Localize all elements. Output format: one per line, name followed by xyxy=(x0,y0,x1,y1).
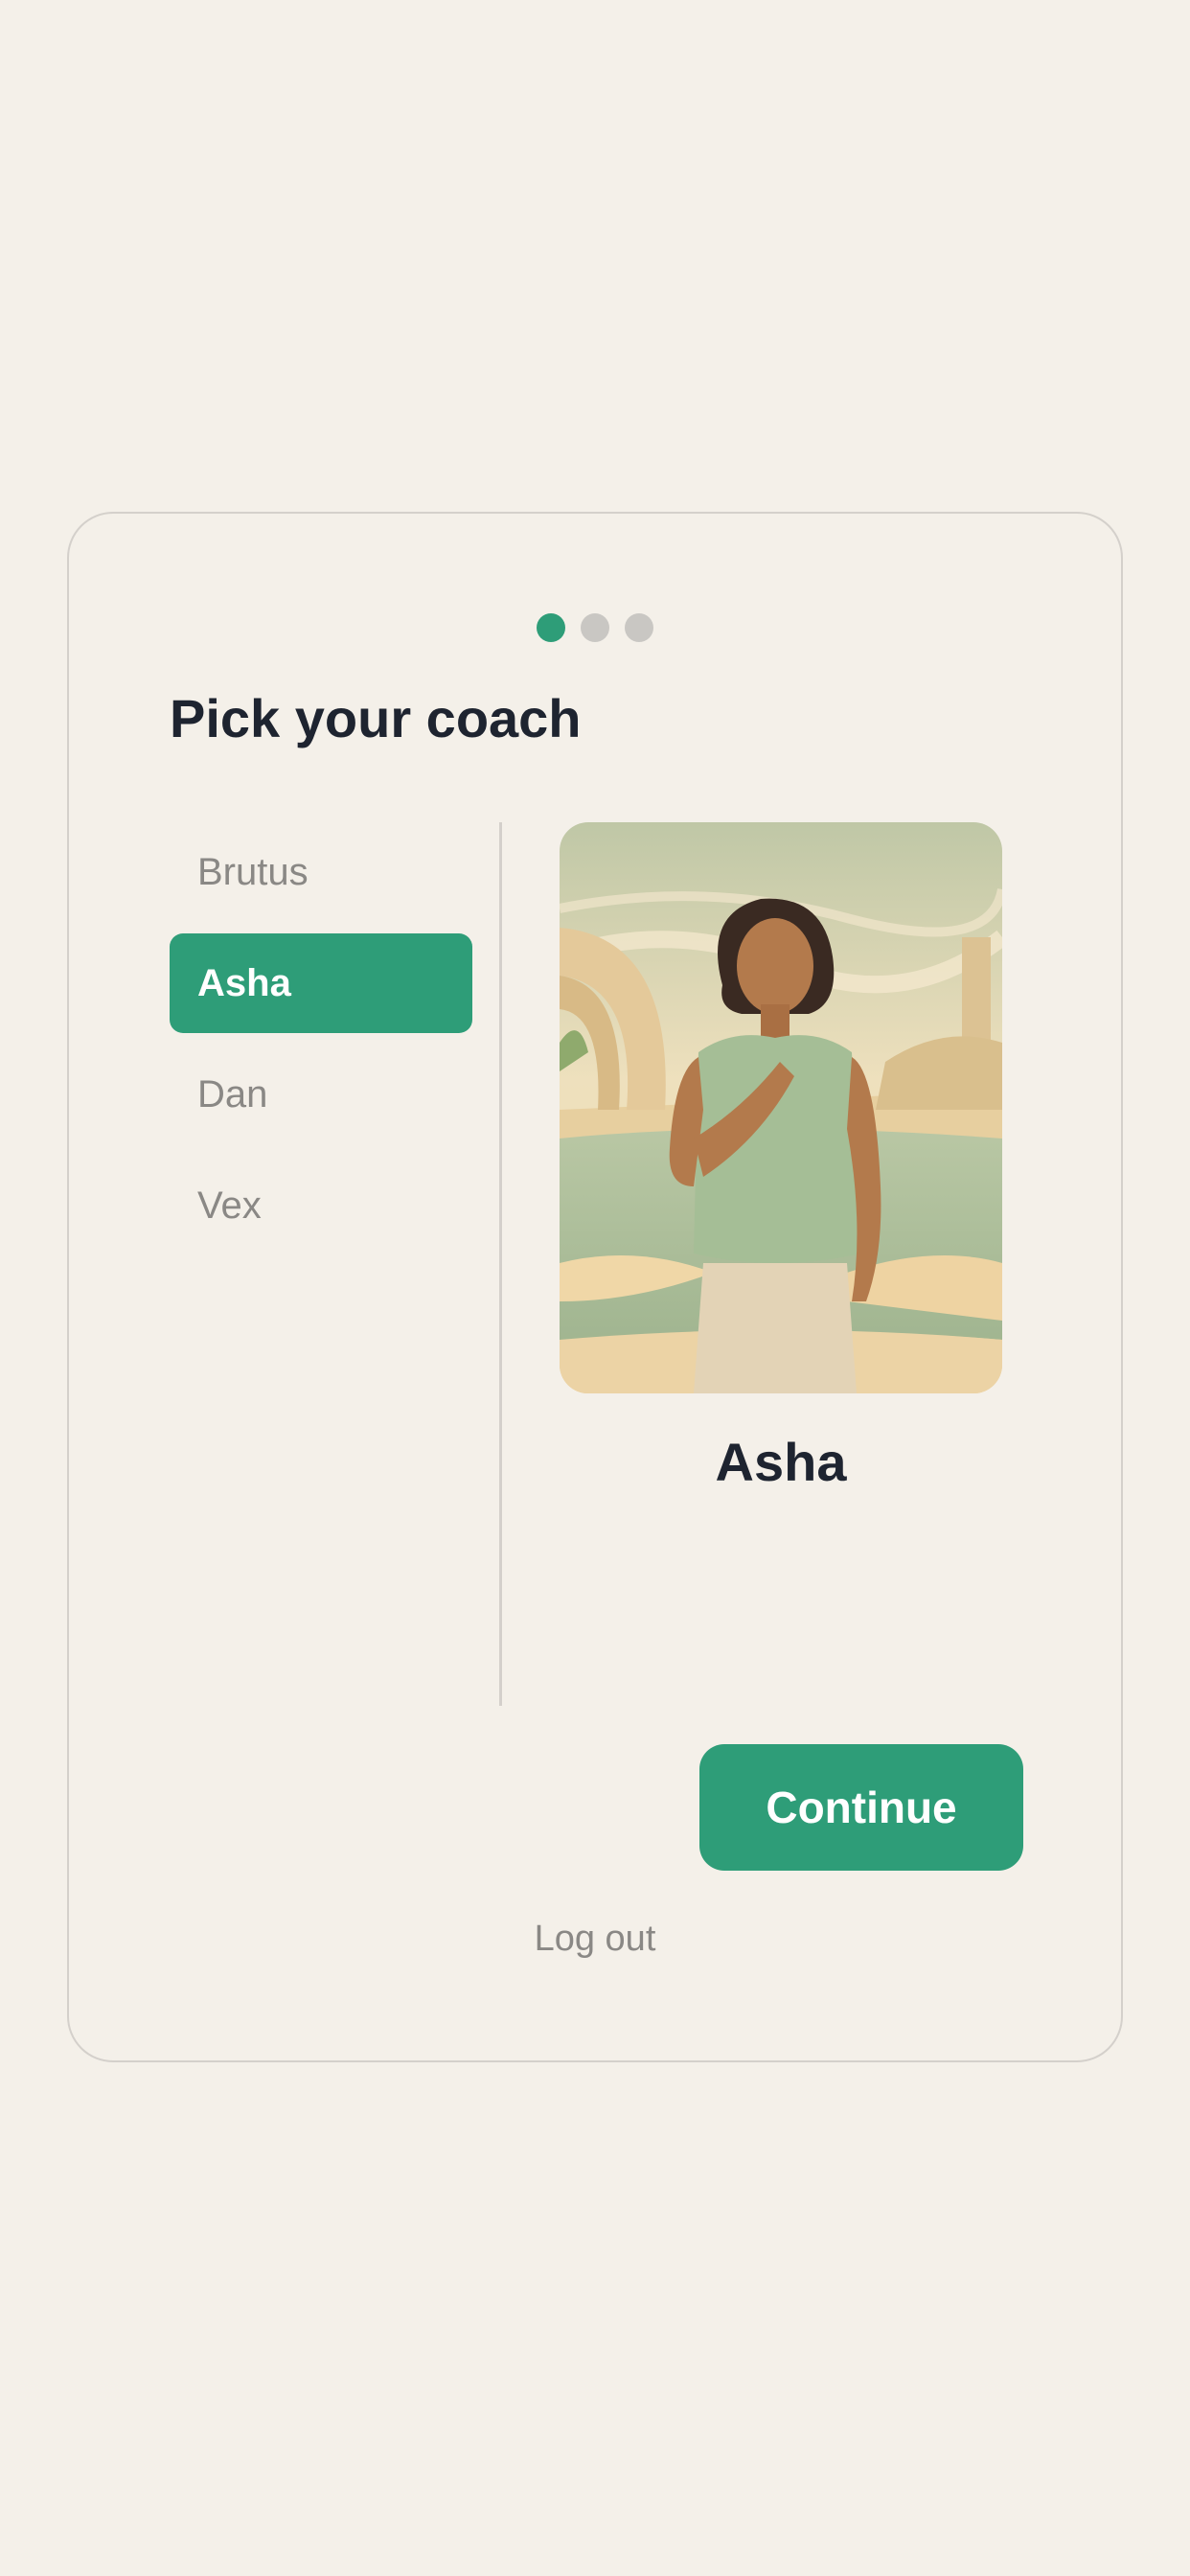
coach-option-asha[interactable]: Asha xyxy=(170,933,472,1033)
coach-portrait-image xyxy=(560,822,1002,1393)
coach-option-dan[interactable]: Dan xyxy=(170,1045,472,1144)
step-dot xyxy=(581,613,609,642)
coach-picker-card: Pick your coach Brutus Asha Dan Vex Asha… xyxy=(67,512,1123,2062)
coach-list: Brutus Asha Dan Vex xyxy=(170,822,472,1267)
continue-button[interactable]: Continue xyxy=(699,1744,1023,1871)
logout-link[interactable]: Log out xyxy=(69,1919,1121,1960)
coach-option-brutus[interactable]: Brutus xyxy=(170,822,472,922)
step-dot xyxy=(625,613,653,642)
page-title: Pick your coach xyxy=(170,688,582,748)
selected-coach-name: Asha xyxy=(715,1432,847,1492)
coach-option-vex[interactable]: Vex xyxy=(170,1156,472,1255)
step-dot-active xyxy=(537,613,565,642)
step-indicator xyxy=(537,613,653,642)
vertical-divider xyxy=(499,822,502,1706)
